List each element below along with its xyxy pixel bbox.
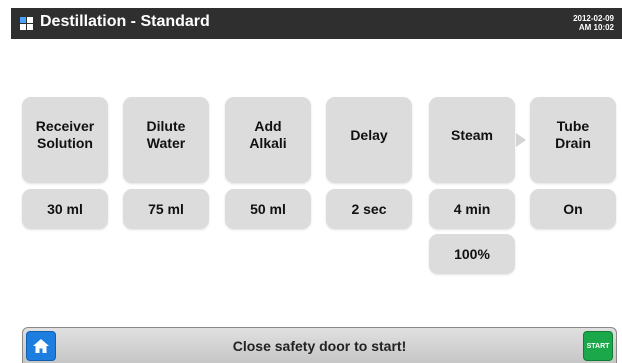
arrow-right-icon <box>516 133 526 147</box>
step-label: Add <box>254 118 282 134</box>
datetime-display: 2012-02-09 AM 10:02 <box>573 14 614 32</box>
step-steam-button[interactable]: Steam <box>429 97 515 183</box>
step-delay-value[interactable]: 2 sec <box>326 189 412 229</box>
step-label: Steam <box>450 126 494 143</box>
step-label: Receiver <box>35 118 95 134</box>
step-receiver-solution-value[interactable]: 30 ml <box>22 189 108 229</box>
step-label: Solution <box>36 135 93 151</box>
step-add-alkali-button[interactable]: Add Alkali <box>225 97 311 183</box>
step-dilute-water-value[interactable]: 75 ml <box>123 189 209 229</box>
start-button[interactable]: START <box>583 331 613 361</box>
step-receiver-solution-button[interactable]: Receiver Solution <box>22 97 108 183</box>
step-label: Drain <box>555 135 591 151</box>
step-steam-time-value[interactable]: 4 min <box>429 189 515 229</box>
step-tube-drain-value[interactable]: On <box>530 189 616 229</box>
step-dilute-water-button[interactable]: Dilute Water <box>123 97 209 183</box>
status-bar: Close safety door to start! START <box>22 327 617 363</box>
date-text: 2012-02-09 <box>573 14 614 23</box>
step-tube-drain-button[interactable]: Tube Drain <box>530 97 616 183</box>
page-title: Destillation - Standard <box>40 13 210 30</box>
step-label: Water <box>146 135 186 151</box>
step-label: Tube <box>556 118 590 134</box>
step-label: Delay <box>350 126 388 143</box>
status-message: Close safety door to start! <box>232 338 407 354</box>
time-text: AM 10:02 <box>578 23 614 32</box>
step-label: Alkali <box>249 135 287 151</box>
step-add-alkali-value[interactable]: 50 ml <box>225 189 311 229</box>
step-delay-button[interactable]: Delay <box>326 97 412 183</box>
step-steam-power-value[interactable]: 100% <box>429 234 515 274</box>
step-label: Dilute <box>146 118 186 134</box>
grid-icon <box>20 17 33 30</box>
title-bar: Destillation - Standard 2012-02-09 AM 10… <box>11 8 622 39</box>
